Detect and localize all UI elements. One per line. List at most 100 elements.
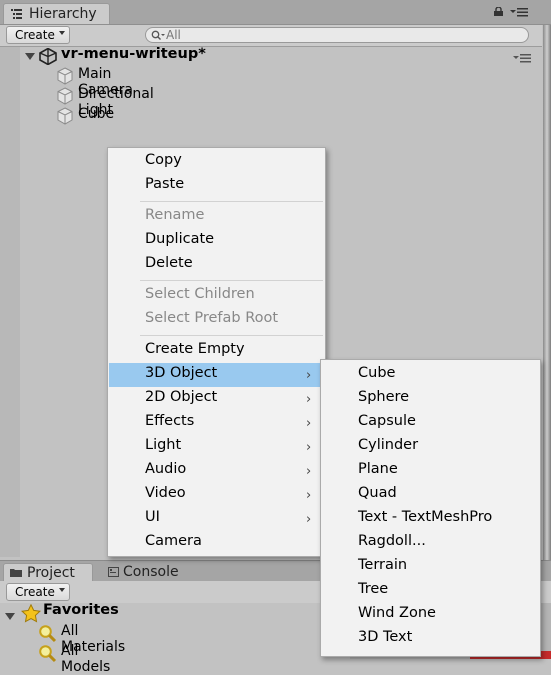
- unity-scene-icon: [39, 48, 57, 65]
- menu-item-3d-object[interactable]: 3D Object ›: [109, 363, 324, 387]
- search-folder-icon: [39, 645, 57, 663]
- submenu-item-label: Capsule: [358, 413, 416, 429]
- hierarchy-left-margin: [0, 47, 20, 557]
- tab-project[interactable]: Project: [3, 563, 93, 582]
- tab-hierarchy[interactable]: Hierarchy: [3, 3, 110, 24]
- submenu-item-label: Sphere: [358, 389, 410, 405]
- submenu-item-quad[interactable]: Quad: [322, 483, 539, 507]
- expand-arrow-icon[interactable]: [5, 613, 15, 620]
- menu-item-label: UI: [145, 509, 160, 525]
- submenu-item-cylinder[interactable]: Cylinder: [322, 435, 539, 459]
- search-placeholder: All: [166, 28, 181, 42]
- submenu-item-label: Tree: [358, 581, 389, 597]
- menu-item-label: Duplicate: [145, 231, 215, 247]
- menu-item-label: Rename: [145, 207, 205, 223]
- menu-item-duplicate[interactable]: Duplicate: [109, 229, 324, 253]
- hierarchy-toolbar: Create All: [0, 25, 542, 47]
- dropdown-arrow-icon: [59, 31, 65, 35]
- submenu-item-wind-zone[interactable]: Wind Zone: [322, 603, 539, 627]
- submenu-item-cube[interactable]: Cube: [322, 363, 539, 387]
- menu-item-label: 3D Object: [145, 365, 218, 381]
- submenu-item-text-textmeshpro[interactable]: Text - TextMeshPro: [322, 507, 539, 531]
- menu-item-label: Light: [145, 437, 182, 453]
- menu-item-label: Copy: [145, 152, 182, 168]
- menu-item-delete[interactable]: Delete: [109, 253, 324, 277]
- submenu-item-label: Cylinder: [358, 437, 419, 453]
- dropdown-arrow-icon: [59, 588, 65, 592]
- create-button-label: Create: [15, 585, 55, 599]
- scene-row[interactable]: vr-menu-writeup*: [20, 46, 542, 65]
- submenu-item-ragdoll[interactable]: Ragdoll...: [322, 531, 539, 555]
- submenu-3d-object: Cube Sphere Capsule Cylinder Plane Quad …: [320, 359, 541, 657]
- hierarchy-item-label: Cube: [78, 106, 115, 122]
- console-icon: [108, 567, 119, 577]
- chevron-right-icon: ›: [306, 368, 312, 383]
- gameobject-cube-icon: [57, 107, 73, 125]
- menu-item-2d-object[interactable]: 2D Object ›: [109, 387, 324, 411]
- menu-item-label: Effects: [145, 413, 195, 429]
- menu-item-label: Delete: [145, 255, 193, 271]
- hierarchy-tab-label: Hierarchy: [29, 6, 97, 22]
- menu-item-label: 2D Object: [145, 389, 218, 405]
- submenu-item-label: Quad: [358, 485, 397, 501]
- submenu-item-label: Terrain: [358, 557, 408, 573]
- menu-item-rename: Rename: [109, 205, 324, 229]
- hierarchy-search-input[interactable]: All: [145, 27, 529, 43]
- hierarchy-tab-bar: Hierarchy: [0, 0, 551, 25]
- menu-item-select-children: Select Children: [109, 284, 324, 308]
- scene-menu-icon[interactable]: [513, 53, 531, 63]
- chevron-right-icon: ›: [306, 488, 312, 503]
- scene-name: vr-menu-writeup*: [61, 46, 206, 62]
- menu-item-label: Video: [145, 485, 186, 501]
- menu-item-ui[interactable]: UI ›: [109, 507, 324, 531]
- project-create-button[interactable]: Create: [6, 583, 70, 601]
- favorites-label: Favorites: [43, 602, 119, 618]
- chevron-right-icon: ›: [306, 464, 312, 479]
- search-icon[interactable]: [151, 30, 165, 41]
- menu-item-video[interactable]: Video ›: [109, 483, 324, 507]
- submenu-item-label: 3D Text: [358, 629, 413, 645]
- menu-item-label: Create Empty: [145, 341, 245, 357]
- submenu-item-tree[interactable]: Tree: [322, 579, 539, 603]
- submenu-item-label: Plane: [358, 461, 398, 477]
- menu-item-label: Select Prefab Root: [145, 310, 279, 326]
- menu-item-select-prefab-root: Select Prefab Root: [109, 308, 324, 332]
- submenu-item-capsule[interactable]: Capsule: [322, 411, 539, 435]
- panel-menu-icon[interactable]: [510, 7, 528, 17]
- lock-icon[interactable]: [494, 7, 503, 16]
- submenu-item-terrain[interactable]: Terrain: [322, 555, 539, 579]
- project-tab-label: Project: [27, 565, 75, 581]
- menu-item-audio[interactable]: Audio ›: [109, 459, 324, 483]
- menu-item-light[interactable]: Light ›: [109, 435, 324, 459]
- list-icon: [11, 9, 22, 19]
- console-tab-label: Console: [123, 564, 179, 580]
- submenu-item-label: Ragdoll...: [358, 533, 426, 549]
- star-icon: [21, 604, 41, 623]
- create-button-label: Create: [15, 28, 55, 42]
- menu-item-label: Camera: [145, 533, 202, 549]
- submenu-item-3d-text[interactable]: 3D Text: [322, 627, 539, 651]
- menu-separator: [140, 335, 323, 336]
- favorites-item-label: All Models: [61, 643, 111, 675]
- submenu-item-label: Wind Zone: [358, 605, 436, 621]
- menu-item-camera[interactable]: Camera: [109, 531, 324, 555]
- tab-console[interactable]: Console: [96, 563, 206, 582]
- gameobject-cube-icon: [57, 67, 73, 85]
- hierarchy-create-button[interactable]: Create: [6, 26, 70, 44]
- menu-item-label: Select Children: [145, 286, 255, 302]
- menu-item-paste[interactable]: Paste: [109, 174, 324, 198]
- menu-item-effects[interactable]: Effects ›: [109, 411, 324, 435]
- search-folder-icon: [39, 625, 57, 643]
- submenu-item-label: Text - TextMeshPro: [358, 509, 493, 525]
- submenu-item-sphere[interactable]: Sphere: [322, 387, 539, 411]
- chevron-right-icon: ›: [306, 416, 312, 431]
- menu-item-copy[interactable]: Copy: [109, 150, 324, 174]
- chevron-right-icon: ›: [306, 392, 312, 407]
- menu-separator: [140, 280, 323, 281]
- menu-item-create-empty[interactable]: Create Empty: [109, 339, 324, 363]
- submenu-item-label: Cube: [358, 365, 396, 381]
- context-menu: Copy Paste Rename Duplicate Delete Selec…: [107, 147, 326, 557]
- submenu-item-plane[interactable]: Plane: [322, 459, 539, 483]
- expand-arrow-icon[interactable]: [25, 53, 35, 60]
- chevron-right-icon: ›: [306, 440, 312, 455]
